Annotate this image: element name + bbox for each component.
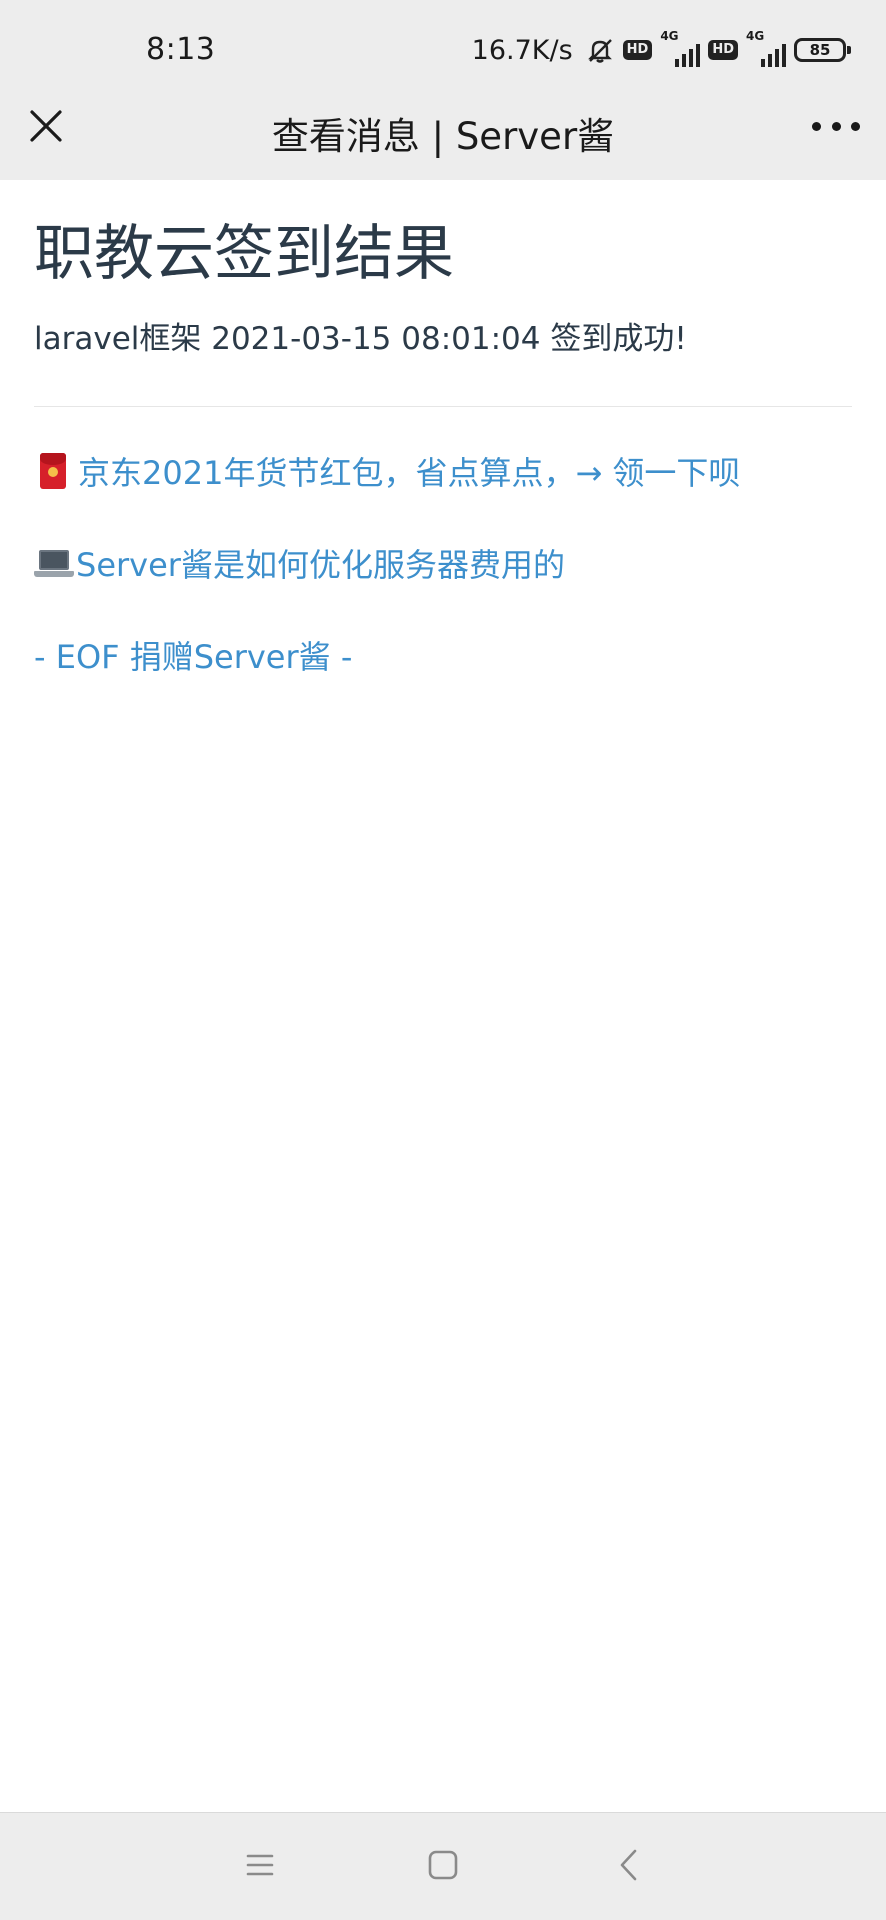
more-icon-dot <box>851 121 860 131</box>
close-icon <box>30 110 62 142</box>
battery-icon: 85 <box>794 38 851 62</box>
server-cost-article-link-text: Server酱是如何优化服务器费用的 <box>76 546 565 584</box>
system-nav-bar <box>0 1812 886 1920</box>
jd-red-packet-link-text: 京东2021年货节红包，省点算点，→ 领一下呗 <box>78 454 741 492</box>
signal-icon-2: 4G <box>746 29 786 67</box>
laptop-icon <box>34 550 74 580</box>
donate-link[interactable]: - EOF 捐赠Server酱 - <box>34 635 852 679</box>
menu-icon <box>246 1854 274 1876</box>
battery-level: 85 <box>809 41 831 59</box>
back-icon <box>620 1849 637 1881</box>
message-body: laravel框架 2021-03-15 08:01:04 签到成功! <box>34 321 687 357</box>
server-cost-article-link[interactable]: Server酱是如何优化服务器费用的 <box>34 543 852 587</box>
more-icon-dot <box>831 121 841 131</box>
network-speed: 16.7K/s <box>471 34 573 66</box>
bell-off-icon <box>587 39 612 63</box>
recent-apps-button[interactable] <box>238 1843 282 1887</box>
network-type-2: 4G <box>746 29 765 43</box>
network-type: 4G <box>660 29 679 43</box>
app-screen: 8:13 16.7K/s HD 4G HD 4G 85 查看消息 | Serve… <box>0 0 886 1920</box>
status-bar: 8:13 16.7K/s HD 4G HD 4G 85 <box>0 0 886 100</box>
more-button[interactable] <box>812 116 860 136</box>
jd-red-packet-link[interactable]: 京东2021年货节红包，省点算点，→ 领一下呗 <box>34 451 852 495</box>
signal-bars <box>675 44 701 67</box>
red-packet-icon <box>40 453 66 489</box>
back-button[interactable] <box>608 1843 652 1887</box>
page-title: 查看消息 | Server酱 <box>271 115 615 158</box>
more-icon <box>812 121 821 131</box>
title-bar: 查看消息 | Server酱 <box>0 100 886 180</box>
message-content: 职教云签到结果 laravel框架 2021-03-15 08:01:04 签到… <box>34 180 852 679</box>
hd-badge: HD <box>622 40 653 60</box>
close-button[interactable] <box>24 104 68 148</box>
signal-bars-2 <box>761 44 786 67</box>
message-title: 职教云签到结果 <box>34 219 454 289</box>
status-indicators: 16.7K/s HD 4G HD 4G 85 <box>471 29 851 70</box>
home-icon <box>428 1850 458 1880</box>
home-button[interactable] <box>421 1843 465 1887</box>
signal-icon: 4G <box>660 29 701 67</box>
divider <box>34 406 852 407</box>
hd-badge-2: HD <box>708 40 738 60</box>
status-time: 8:13 <box>146 32 216 67</box>
